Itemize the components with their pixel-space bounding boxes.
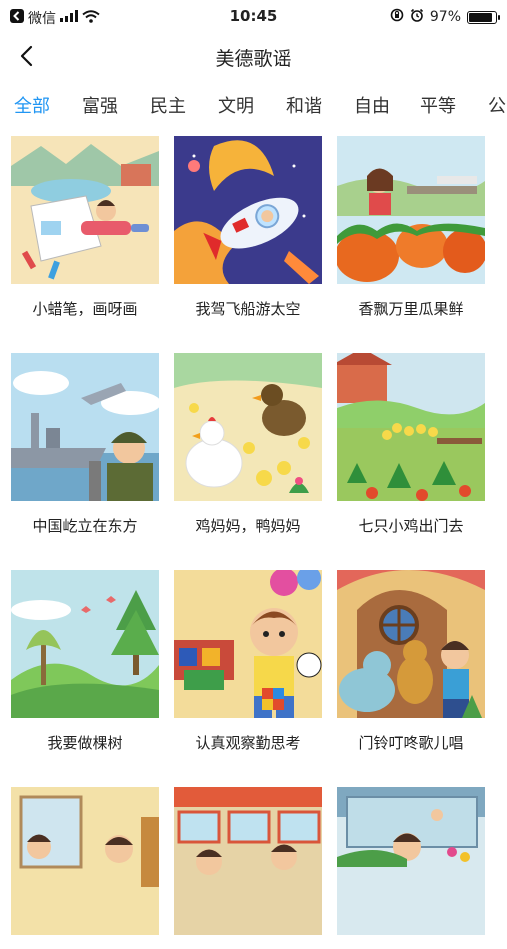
song-card[interactable]: 小蜡笔，画呀画 — [11, 136, 159, 319]
song-cover-seven-chicks[interactable] — [332, 348, 485, 501]
song-cover-observe-think[interactable] — [174, 566, 322, 718]
song-card[interactable] — [11, 787, 159, 949]
song-cover-spaceship[interactable] — [174, 136, 322, 284]
song-title: 门铃叮咚歌儿唱 — [358, 734, 464, 752]
category-tabs: 全部 富强 民主 文明 和谐 自由 平等 公 — [0, 92, 507, 124]
song-title: 认真观察勤思考 — [195, 734, 301, 752]
tab-civility[interactable]: 文明 — [218, 92, 254, 118]
orientation-lock-icon — [390, 8, 404, 26]
song-cover-soldier-carrier[interactable] — [11, 353, 161, 501]
song-cover-doorbell[interactable] — [337, 570, 485, 718]
battery-fill — [469, 12, 492, 22]
song-card[interactable]: 我驾飞船游太空 — [174, 136, 322, 319]
status-bar: 微信 10:45 97% — [0, 0, 507, 34]
song-title: 小蜡笔，画呀画 — [32, 300, 138, 318]
song-card[interactable] — [337, 787, 485, 949]
song-title: 七只小鸡出门去 — [358, 517, 464, 535]
song-cover-drawing-kid[interactable] — [11, 136, 159, 284]
song-title: 香飘万里瓜果鲜 — [358, 300, 464, 318]
tab-all[interactable]: 全部 — [14, 92, 50, 118]
tab-justice[interactable]: 公 — [488, 92, 506, 118]
song-cover-bus-kids[interactable] — [174, 787, 322, 935]
status-right: 97% — [390, 8, 500, 26]
song-card[interactable] — [174, 787, 322, 949]
song-cover-garden-kid[interactable] — [337, 787, 485, 935]
song-cover-tree[interactable] — [11, 570, 159, 718]
song-card[interactable]: 鸡妈妈，鸭妈妈 — [174, 353, 322, 536]
song-title: 鸡妈妈，鸭妈妈 — [195, 517, 301, 535]
song-title: 我要做棵树 — [47, 734, 123, 752]
tab-freedom[interactable]: 自由 — [354, 92, 390, 118]
alarm-icon — [410, 8, 424, 26]
song-card[interactable]: 七只小鸡出门去 — [332, 348, 485, 536]
song-card[interactable]: 我要做棵树 — [11, 570, 159, 753]
battery-icon — [467, 10, 500, 24]
tab-prosperity[interactable]: 富强 — [82, 92, 118, 118]
tab-harmony[interactable]: 和谐 — [286, 92, 322, 118]
navigation-bar: 美德歌谣 — [0, 34, 507, 78]
song-card[interactable]: 认真观察勤思考 — [174, 566, 322, 753]
tab-equality[interactable]: 平等 — [420, 92, 456, 118]
song-cover-room-kids[interactable] — [11, 787, 159, 935]
song-card[interactable]: 门铃叮咚歌儿唱 — [337, 570, 485, 753]
song-card[interactable]: 香飘万里瓜果鲜 — [335, 136, 487, 319]
song-cover-hen-duck[interactable] — [174, 353, 322, 501]
song-card[interactable]: 中国屹立在东方 — [11, 353, 161, 536]
song-title: 中国屹立在东方 — [32, 517, 138, 535]
battery-percent: 97% — [429, 9, 461, 25]
tab-democracy[interactable]: 民主 — [150, 92, 186, 118]
song-title: 我驾飞船游太空 — [195, 300, 301, 318]
page-title: 美德歌谣 — [215, 48, 292, 70]
song-cover-fruits[interactable] — [335, 136, 487, 284]
